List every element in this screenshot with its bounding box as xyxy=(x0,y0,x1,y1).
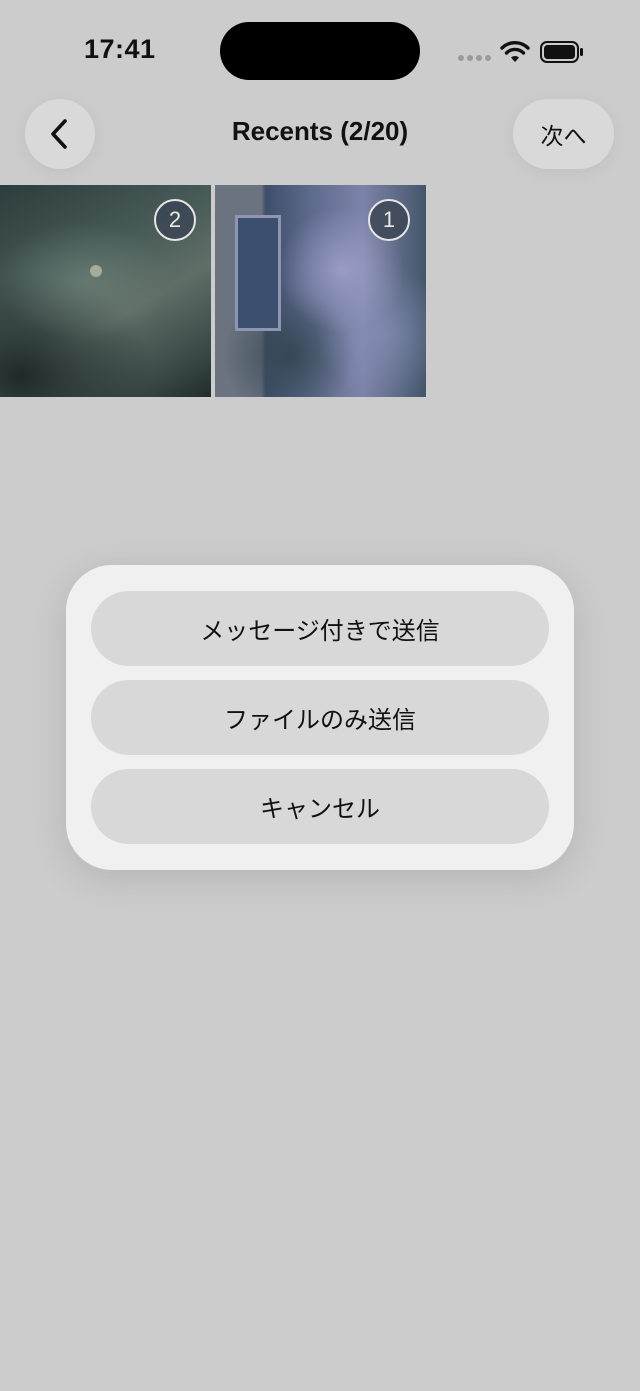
send-with-message-button[interactable]: メッセージ付きで送信 xyxy=(91,591,549,666)
wifi-icon xyxy=(500,41,530,62)
page-title: Recents (2/20) xyxy=(231,116,409,146)
dynamic-island xyxy=(220,22,420,80)
action-sheet: メッセージ付きで送信 ファイルのみ送信 キャンセル xyxy=(66,565,574,870)
back-button[interactable] xyxy=(25,99,95,169)
battery-icon xyxy=(540,41,583,63)
status-time: 17:41 xyxy=(84,34,156,64)
window-detail xyxy=(235,215,281,331)
selection-badge-2[interactable]: 2 xyxy=(154,199,196,241)
next-button[interactable]: 次へ xyxy=(513,99,614,169)
signal-dots-icon xyxy=(458,55,492,61)
chevron-left-icon xyxy=(51,119,67,149)
selection-badge-1[interactable]: 1 xyxy=(368,199,410,241)
send-file-only-button[interactable]: ファイルのみ送信 xyxy=(91,680,549,755)
cancel-button[interactable]: キャンセル xyxy=(91,769,549,844)
leaf-detail xyxy=(90,265,102,277)
